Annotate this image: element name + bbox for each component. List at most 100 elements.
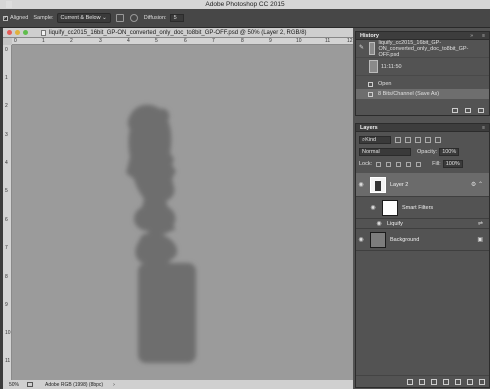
aligned-option[interactable]: ✓ Aligned bbox=[3, 15, 28, 21]
layer-thumbnail bbox=[370, 176, 386, 193]
aligned-checkbox[interactable]: ✓ bbox=[3, 15, 8, 21]
lock-position-icon[interactable] bbox=[396, 161, 402, 167]
new-group-icon[interactable] bbox=[455, 378, 461, 385]
ruler-h-tick: 10 bbox=[296, 38, 302, 44]
history-step[interactable]: Open bbox=[356, 79, 489, 89]
opacity-input[interactable]: 100% bbox=[439, 148, 460, 156]
fill-input[interactable]: 100% bbox=[442, 160, 463, 168]
new-layer-icon[interactable] bbox=[467, 378, 473, 385]
lock-icons bbox=[376, 161, 426, 167]
visibility-eye-icon[interactable]: ◉ bbox=[368, 204, 378, 211]
layer-row-liquify[interactable]: ◉ Liquify ⇌ bbox=[356, 219, 489, 229]
ruler-h-tick: 3 bbox=[99, 38, 102, 44]
document-tab[interactable]: liquify_cc2015_16bit_GP-ON_converted_onl… bbox=[3, 28, 353, 38]
lock-artboard-icon[interactable] bbox=[406, 161, 412, 167]
ruler-h-tick: 0 bbox=[14, 38, 17, 44]
ruler-v-tick: 1 bbox=[5, 75, 8, 81]
lock-image-icon[interactable] bbox=[386, 161, 392, 167]
visibility-eye-icon[interactable]: ◉ bbox=[374, 220, 384, 227]
horizontal-ruler[interactable]: 0 1 2 3 4 5 6 7 8 9 10 11 12 bbox=[12, 38, 353, 45]
ignore-adjustment-layers-icon[interactable] bbox=[115, 14, 124, 22]
history-snapshot[interactable]: 11:11:50 bbox=[356, 58, 489, 76]
apple-menu-icon[interactable] bbox=[6, 1, 12, 8]
history-brush-icon[interactable]: ✎ bbox=[359, 44, 364, 51]
ruler-h-tick: 7 bbox=[212, 38, 215, 44]
ruler-h-tick: 6 bbox=[184, 38, 187, 44]
shape-filter-icon[interactable] bbox=[425, 137, 431, 143]
status-bar: 50% Adobe RGB (1998) (8bpc) › bbox=[3, 380, 353, 389]
blend-mode-select[interactable]: Normal bbox=[359, 148, 411, 156]
visibility-eye-icon[interactable]: ◉ bbox=[356, 236, 366, 243]
diffusion-label: Diffusion: bbox=[143, 15, 167, 21]
adjustment-layer-icon[interactable] bbox=[443, 378, 449, 385]
pressure-icon[interactable] bbox=[129, 14, 138, 22]
lock-transparent-icon[interactable] bbox=[376, 161, 382, 167]
visibility-eye-icon[interactable]: ◉ bbox=[356, 181, 366, 188]
filter-icons bbox=[395, 137, 445, 143]
export-icon[interactable] bbox=[27, 382, 33, 387]
adjustment-filter-icon[interactable] bbox=[405, 137, 411, 143]
ruler-v-tick: 9 bbox=[5, 302, 8, 308]
snapshot-thumbnail bbox=[369, 42, 376, 55]
chevron-down-icon: ⌄ bbox=[102, 15, 107, 21]
trash-icon[interactable] bbox=[478, 107, 484, 113]
panel-menu-icon[interactable]: ≡ bbox=[482, 33, 485, 39]
sample-value: Current & Below bbox=[60, 15, 101, 21]
vertical-ruler[interactable]: 0 1 2 3 4 5 6 7 8 9 10 11 bbox=[3, 45, 12, 380]
ruler-h-tick: 12 bbox=[347, 38, 353, 44]
step-label: Open bbox=[378, 81, 392, 87]
snapshot-label: 11:11:50 bbox=[381, 63, 402, 70]
lock-row: Lock: Fill: 100% bbox=[356, 158, 489, 170]
status-profile: Adobe RGB (1998) (8bpc) bbox=[45, 381, 104, 388]
history-step-selected[interactable]: 8 Bits/Channel (Save As) bbox=[356, 89, 489, 99]
close-window-button[interactable] bbox=[7, 30, 12, 35]
diffusion-input[interactable]: 5 bbox=[169, 14, 184, 22]
lock-all-icon[interactable] bbox=[416, 161, 422, 167]
new-document-from-state-icon[interactable] bbox=[452, 107, 458, 113]
ruler-h-tick: 9 bbox=[269, 38, 272, 44]
filter-blending-options-icon[interactable]: ⇌ bbox=[478, 220, 483, 227]
status-zoom[interactable]: 50% bbox=[9, 382, 27, 388]
minimize-window-button[interactable] bbox=[15, 30, 20, 35]
panel-menu-icon[interactable]: ≡ bbox=[482, 125, 485, 131]
trash-icon[interactable] bbox=[479, 378, 485, 385]
add-mask-icon[interactable] bbox=[431, 378, 437, 385]
status-menu-arrow[interactable]: › bbox=[113, 382, 115, 388]
history-snapshot[interactable]: ✎ liquify_cc2015_16bit_GP-ON_converted_o… bbox=[356, 40, 489, 58]
camera-snapshot-icon[interactable] bbox=[465, 107, 471, 113]
ruler-v-tick: 6 bbox=[5, 217, 8, 223]
layers-title: Layers bbox=[360, 124, 378, 131]
zoom-window-button[interactable] bbox=[23, 30, 28, 35]
blend-row: Normal Opacity: 100% bbox=[356, 146, 489, 158]
kind-filter-select[interactable]: ⌕ Kind bbox=[359, 136, 391, 144]
canvas-area[interactable] bbox=[12, 45, 353, 380]
shadow-silhouette bbox=[126, 104, 196, 363]
smart-object-filter-icon[interactable] bbox=[435, 137, 441, 143]
opacity-label: Opacity: bbox=[417, 149, 438, 155]
ruler-h-tick: 1 bbox=[42, 38, 45, 44]
layer-row-smart-filters[interactable]: ◉ Smart Filters bbox=[356, 197, 489, 219]
document-icon bbox=[41, 29, 46, 36]
aligned-label: Aligned bbox=[10, 15, 29, 21]
layer-row-background[interactable]: ◉ Background ▣ bbox=[356, 229, 489, 251]
ruler-v-tick: 11 bbox=[5, 358, 11, 364]
link-layers-icon[interactable] bbox=[407, 378, 413, 385]
sample-select[interactable]: Current & Below ⌄ bbox=[56, 13, 111, 23]
options-bar: ✓ Aligned Sample: Current & Below ⌄ Diff… bbox=[0, 9, 490, 28]
layer-row-layer-2[interactable]: ◉ Layer 2 ⚙ ⌃ bbox=[356, 173, 489, 197]
layers-header[interactable]: Layers ≡ bbox=[356, 124, 489, 132]
layer-style-icon[interactable] bbox=[419, 378, 425, 385]
smart-filter-options-icon[interactable]: ⚙ ⌃ bbox=[471, 181, 483, 188]
document-title: liquify_cc2015_16bit_GP-ON_converted_onl… bbox=[49, 29, 307, 36]
document-window: liquify_cc2015_16bit_GP-ON_converted_onl… bbox=[3, 28, 353, 389]
type-filter-icon[interactable] bbox=[415, 137, 421, 143]
ruler-h-tick: 2 bbox=[70, 38, 73, 44]
open-step-icon bbox=[368, 81, 373, 87]
pixel-filter-icon[interactable] bbox=[395, 137, 401, 143]
ruler-h-tick: 5 bbox=[155, 38, 158, 44]
convert-step-icon bbox=[368, 91, 373, 97]
layers-panel: Layers ≡ ⌕ Kind Normal Opacity: 100% Loc… bbox=[355, 123, 490, 388]
ruler-origin[interactable] bbox=[3, 38, 12, 45]
smart-filter-mask-thumbnail[interactable] bbox=[382, 199, 398, 216]
collapse-icon[interactable]: » bbox=[470, 33, 473, 39]
